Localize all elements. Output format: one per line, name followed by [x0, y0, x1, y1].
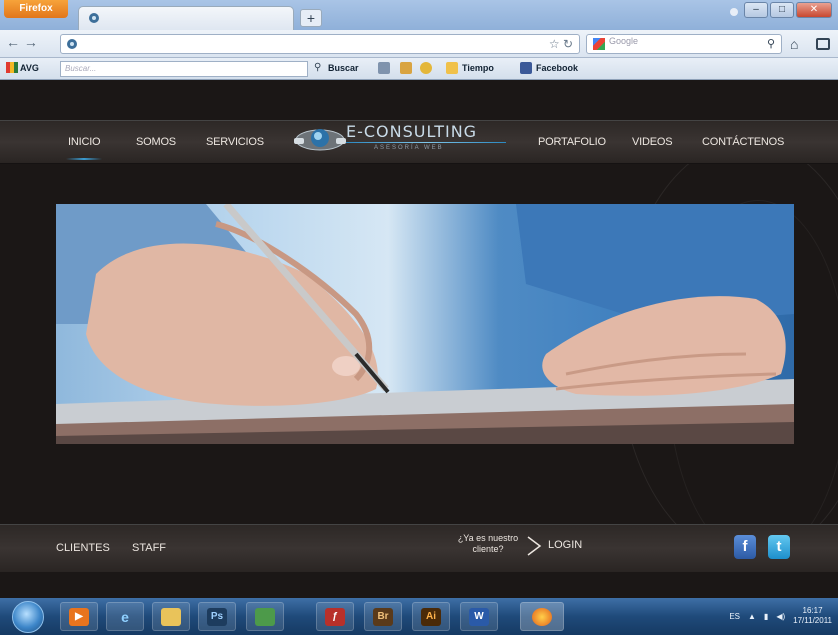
client-question: ¿Ya es nuestro cliente?: [448, 533, 528, 555]
google-engine-icon[interactable]: [593, 38, 605, 50]
menu-item-portafolio[interactable]: PORTAFOLIO: [538, 136, 606, 148]
login-link[interactable]: LOGIN: [548, 539, 582, 551]
site-footer: CLIENTES STAFF ¿Ya es nuestro cliente? L…: [0, 524, 838, 572]
menu-item-videos[interactable]: VIDEOS: [632, 136, 673, 148]
site-favicon-icon: [89, 13, 99, 23]
avg-logo[interactable]: AVG: [6, 62, 39, 73]
media-player-icon: ▶: [69, 608, 89, 626]
hero-image: [56, 204, 794, 444]
tray-expand-icon[interactable]: ▲: [748, 612, 756, 621]
menu-item-servicios[interactable]: SERVICIOS: [206, 136, 264, 148]
word-icon: W: [469, 608, 489, 626]
browser-titlebar: Firefox + – □ ✕: [0, 0, 838, 30]
clock[interactable]: 16:17 17/11/2011: [793, 606, 832, 626]
footer-link-clientes[interactable]: CLIENTES: [56, 542, 110, 554]
minimize-button[interactable]: –: [744, 2, 768, 18]
taskbar-word[interactable]: W: [460, 602, 498, 631]
bridge-icon: Br: [373, 608, 393, 626]
taskbar-internet-explorer[interactable]: e: [106, 602, 144, 631]
site-identity-icon[interactable]: [65, 38, 79, 50]
network-tray-icon[interactable]: ▮: [764, 612, 768, 621]
calendar-icon[interactable]: [378, 62, 390, 74]
taskbar-bridge[interactable]: Br: [364, 602, 402, 631]
photoshop-icon: Ps: [207, 608, 227, 626]
weather-button[interactable]: Tiempo: [462, 63, 494, 73]
menu-item-somos[interactable]: SOMOS: [136, 136, 176, 148]
flash-icon: ƒ: [325, 608, 345, 626]
folder-icon: [161, 608, 181, 626]
illustrator-icon: Ai: [421, 608, 441, 626]
ie-icon: e: [121, 609, 129, 625]
system-tray: ES ▲ ▮ ◀) 16:17 17/11/2011: [729, 606, 832, 626]
taskbar-photoshop[interactable]: Ps: [198, 602, 236, 631]
reload-icon[interactable]: ↻: [563, 37, 573, 51]
browser-tab[interactable]: [78, 6, 294, 30]
clock-time: 16:17: [802, 606, 823, 615]
facebook-icon[interactable]: [520, 62, 532, 74]
search-engine-box[interactable]: Google ⚲: [586, 34, 782, 54]
home-icon[interactable]: ⌂: [790, 36, 798, 52]
firefox-icon: [532, 608, 552, 626]
extension-icon[interactable]: [816, 38, 830, 50]
language-indicator[interactable]: ES: [729, 612, 740, 621]
back-arrow-icon[interactable]: ←: [6, 34, 20, 50]
logo-globe-icon: [294, 129, 346, 151]
facebook-button[interactable]: Facebook: [536, 63, 578, 73]
search-engine-placeholder: Google: [609, 36, 639, 46]
logo-underline: [346, 142, 506, 143]
twitter-social-icon[interactable]: t: [768, 535, 790, 559]
clock-date: 17/11/2011: [793, 616, 832, 625]
windows-taskbar: ▶ e Ps ƒ Br Ai W ES ▲ ▮ ◀) 16:17 17/11/2…: [0, 598, 838, 635]
firefox-menu-button[interactable]: Firefox: [4, 0, 68, 18]
client-question-line2: cliente?: [472, 544, 504, 554]
avg-logo-icon: [6, 62, 18, 73]
security-icon[interactable]: [420, 62, 432, 74]
back-forward-buttons[interactable]: ← →: [6, 34, 56, 54]
network-icon: [255, 608, 275, 626]
avg-search-input[interactable]: Buscar...: [60, 61, 308, 77]
weather-icon[interactable]: [446, 62, 458, 74]
start-button[interactable]: [12, 601, 44, 633]
footer-link-staff[interactable]: STAFF: [132, 542, 166, 554]
avg-toolbar: AVG Buscar... ⚲ Buscar Tiempo Facebook: [0, 58, 838, 80]
avg-logo-label: AVG: [20, 63, 39, 73]
new-tab-button[interactable]: +: [300, 9, 322, 27]
hero-hands-writing-illustration: [56, 204, 794, 444]
taskbar-firefox[interactable]: [520, 602, 564, 631]
logo-name: E-CONSULTING: [346, 122, 478, 141]
bookmark-star-icon[interactable]: ☆: [549, 37, 560, 51]
avg-search-button[interactable]: Buscar: [328, 63, 359, 73]
taskbar-network[interactable]: [246, 602, 284, 631]
logo-tagline: ASESORÍA WEB: [374, 145, 444, 151]
chevron-right-icon: [527, 536, 542, 556]
search-magnifier-icon[interactable]: ⚲: [767, 37, 775, 50]
taskbar-illustrator[interactable]: Ai: [412, 602, 450, 631]
volume-icon[interactable]: ◀): [776, 612, 785, 621]
browser-navbar: ← → ☆ ↻ Google ⚲ ⌂: [0, 30, 838, 58]
taskbar-media-player[interactable]: ▶: [60, 602, 98, 631]
paint-icon[interactable]: [400, 62, 412, 74]
menu-item-inicio[interactable]: INICIO: [65, 136, 103, 160]
maximize-button[interactable]: □: [770, 2, 794, 18]
forward-arrow-icon[interactable]: →: [24, 34, 38, 50]
client-question-line1: ¿Ya es nuestro: [457, 533, 519, 543]
facebook-social-icon[interactable]: f: [734, 535, 756, 559]
taskbar-flash[interactable]: ƒ: [316, 602, 354, 631]
tab-list-icon[interactable]: [730, 8, 738, 16]
website-viewport: INICIO SOMOS SERVICIOS PORTAFOLIO VIDEOS…: [0, 80, 838, 598]
taskbar-folder[interactable]: [152, 602, 190, 631]
search-magnifier-icon: ⚲: [314, 62, 322, 73]
site-logo[interactable]: E-CONSULTING ASESORÍA WEB: [282, 118, 512, 162]
close-button[interactable]: ✕: [796, 2, 832, 18]
menu-item-contactenos[interactable]: CONTÁCTENOS: [702, 136, 784, 148]
url-bar[interactable]: ☆ ↻: [60, 34, 580, 54]
